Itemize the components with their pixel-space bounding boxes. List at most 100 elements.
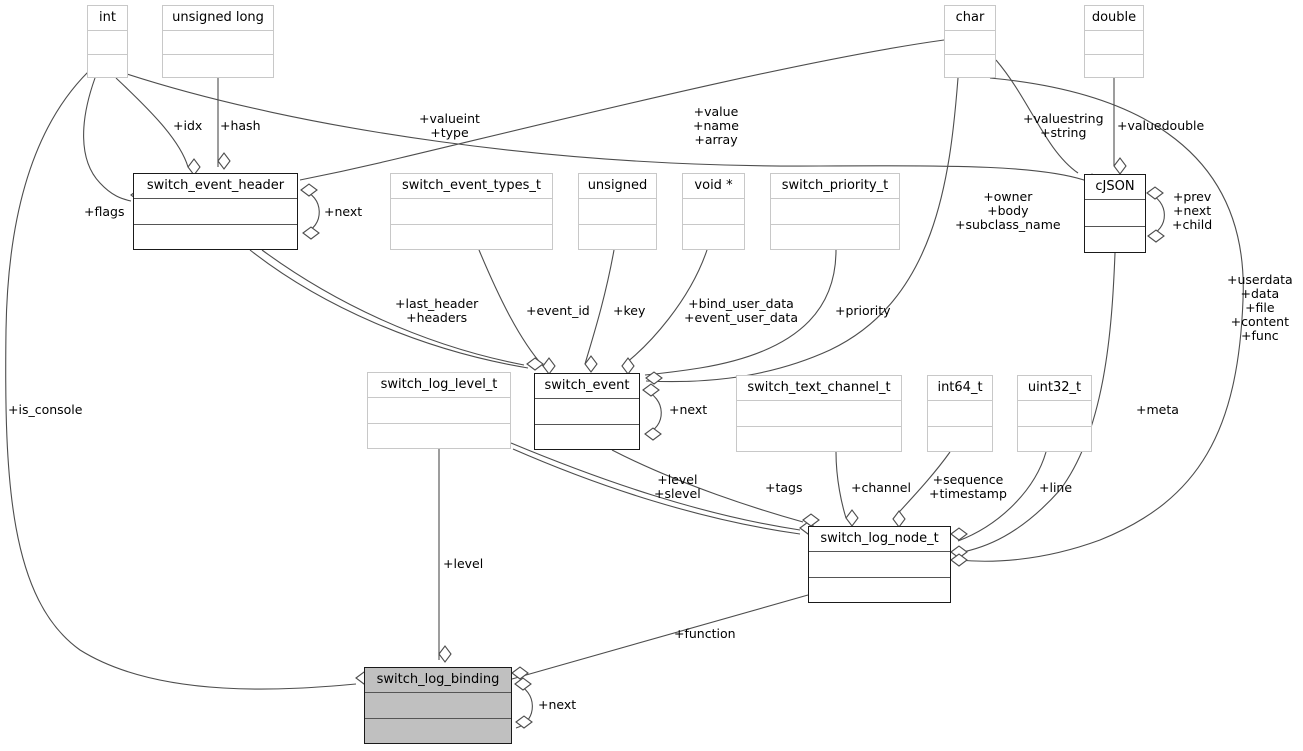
class-operations [1018, 427, 1091, 452]
edge-label-last-header-headers: +last_header +headers [395, 296, 479, 325]
edge-label-level: +level [443, 556, 484, 571]
class-title: switch_event_types_t [391, 174, 552, 199]
class-node-switch-log-level-t[interactable]: switch_log_level_t [367, 372, 511, 449]
edge-label-prev-next-child: +prev +next +child [1172, 189, 1213, 232]
class-title: switch_log_binding [365, 668, 511, 693]
class-node-unsigned[interactable]: unsigned [578, 173, 657, 250]
class-attributes [928, 401, 992, 427]
diagram-edges [5, 39, 1244, 729]
class-title: unsigned [579, 174, 656, 199]
class-operations [163, 55, 273, 78]
class-node-int[interactable]: int [87, 5, 128, 78]
class-node-switch-event-types-t[interactable]: switch_event_types_t [390, 173, 553, 250]
class-operations [737, 427, 901, 452]
class-node-switch-text-channel-t[interactable]: switch_text_channel_t [736, 375, 902, 452]
class-operations [391, 225, 552, 250]
class-attributes [134, 199, 297, 225]
edge-cjson-self [1146, 192, 1165, 237]
class-title: unsigned long [163, 6, 273, 31]
class-title: double [1085, 6, 1143, 31]
class-attributes [809, 552, 950, 578]
class-attributes [579, 199, 656, 225]
edge-label-function: +function [674, 626, 736, 641]
edge-label-priority: +priority [835, 303, 891, 318]
class-title: char [945, 6, 995, 31]
class-operations [579, 225, 656, 250]
class-node-unsigned-long[interactable]: unsigned long [162, 5, 274, 78]
class-title: switch_priority_t [771, 174, 899, 199]
class-attributes [737, 401, 901, 427]
class-attributes [163, 31, 273, 55]
edge-label-value-name-array: +value +name +array [693, 104, 739, 147]
class-node-double[interactable]: double [1084, 5, 1144, 78]
class-title: uint32_t [1018, 376, 1091, 401]
class-attributes [365, 693, 511, 719]
edge-char-value [299, 39, 945, 181]
class-operations [683, 225, 744, 250]
edge-label-channel: +channel [851, 480, 911, 495]
edge-label-event-id: +event_id [526, 303, 590, 318]
edge-label-bind-event-user-data: +bind_user_data +event_user_data [684, 296, 798, 325]
class-title: switch_log_node_t [809, 527, 950, 552]
edge-binding-self-next [514, 683, 533, 729]
edge-label-userdata-group: +userdata +data +file +content +func [1227, 272, 1293, 343]
edge-int-valueint [126, 73, 1085, 181]
edge-label-next-header: +next [324, 204, 363, 219]
edge-int-isconsole [5, 71, 357, 690]
class-node-switch-event[interactable]: switch_event [534, 373, 640, 450]
edge-label-line: +line [1039, 480, 1073, 495]
class-attributes [368, 398, 510, 424]
edge-header-to-event-1 [261, 249, 525, 366]
class-operations [365, 719, 511, 744]
class-operations [809, 578, 950, 603]
class-node-switch-log-node-t[interactable]: switch_log_node_t [808, 526, 951, 603]
class-operations [1085, 227, 1145, 253]
class-title: int [88, 6, 127, 31]
class-attributes [88, 31, 127, 55]
edge-label-next-binding: +next [538, 697, 577, 712]
class-title: switch_text_channel_t [737, 376, 901, 401]
class-node-uint32-t[interactable]: uint32_t [1017, 375, 1092, 452]
class-operations [535, 425, 639, 450]
class-title: switch_event_header [134, 174, 297, 199]
class-attributes [535, 399, 639, 425]
class-operations [368, 424, 510, 449]
class-attributes [771, 199, 899, 225]
class-operations [928, 427, 992, 452]
edge-event-self-next [642, 389, 662, 435]
class-operations [88, 55, 127, 78]
class-attributes [683, 199, 744, 225]
class-title: int64_t [928, 376, 992, 401]
class-title: switch_event [535, 374, 639, 399]
class-node-cjson[interactable]: cJSON [1084, 174, 1146, 253]
edge-lognode-function [511, 594, 809, 680]
edge-header-to-event-2 [249, 249, 529, 369]
class-node-int64-t[interactable]: int64_t [927, 375, 993, 452]
class-node-void-pointer[interactable]: void * [682, 173, 745, 250]
class-attributes [1085, 31, 1143, 55]
class-operations [134, 225, 297, 250]
edge-label-idx: +idx [173, 118, 203, 133]
class-attributes [945, 31, 995, 55]
class-node-switch-priority-t[interactable]: switch_priority_t [770, 173, 900, 250]
class-operations [945, 55, 995, 78]
edge-label-flags: +flags [84, 204, 125, 219]
class-title: void * [683, 174, 744, 199]
class-node-switch-event-header[interactable]: switch_event_header [133, 173, 298, 250]
class-title: cJSON [1085, 175, 1145, 200]
edge-header-self-next [300, 189, 320, 234]
class-operations [771, 225, 899, 250]
edge-label-next-event: +next [669, 402, 708, 417]
edge-label-owner-body-subclass: +owner +body +subclass_name [955, 189, 1061, 232]
class-attributes [1018, 401, 1091, 427]
class-node-char[interactable]: char [944, 5, 996, 78]
edge-label-tags: +tags [765, 480, 803, 495]
class-attributes [1085, 200, 1145, 227]
edge-label-level-slevel: +level +slevel [654, 472, 701, 501]
edge-label-valuestring-string: +valuestring +string [1023, 111, 1104, 140]
class-node-switch-log-binding[interactable]: switch_log_binding [364, 667, 512, 744]
edge-label-hash: +hash [220, 118, 261, 133]
edge-label-sequence-timestamp: +sequence +timestamp [929, 472, 1007, 501]
edge-int-flags [83, 77, 132, 202]
class-operations [1085, 55, 1143, 78]
